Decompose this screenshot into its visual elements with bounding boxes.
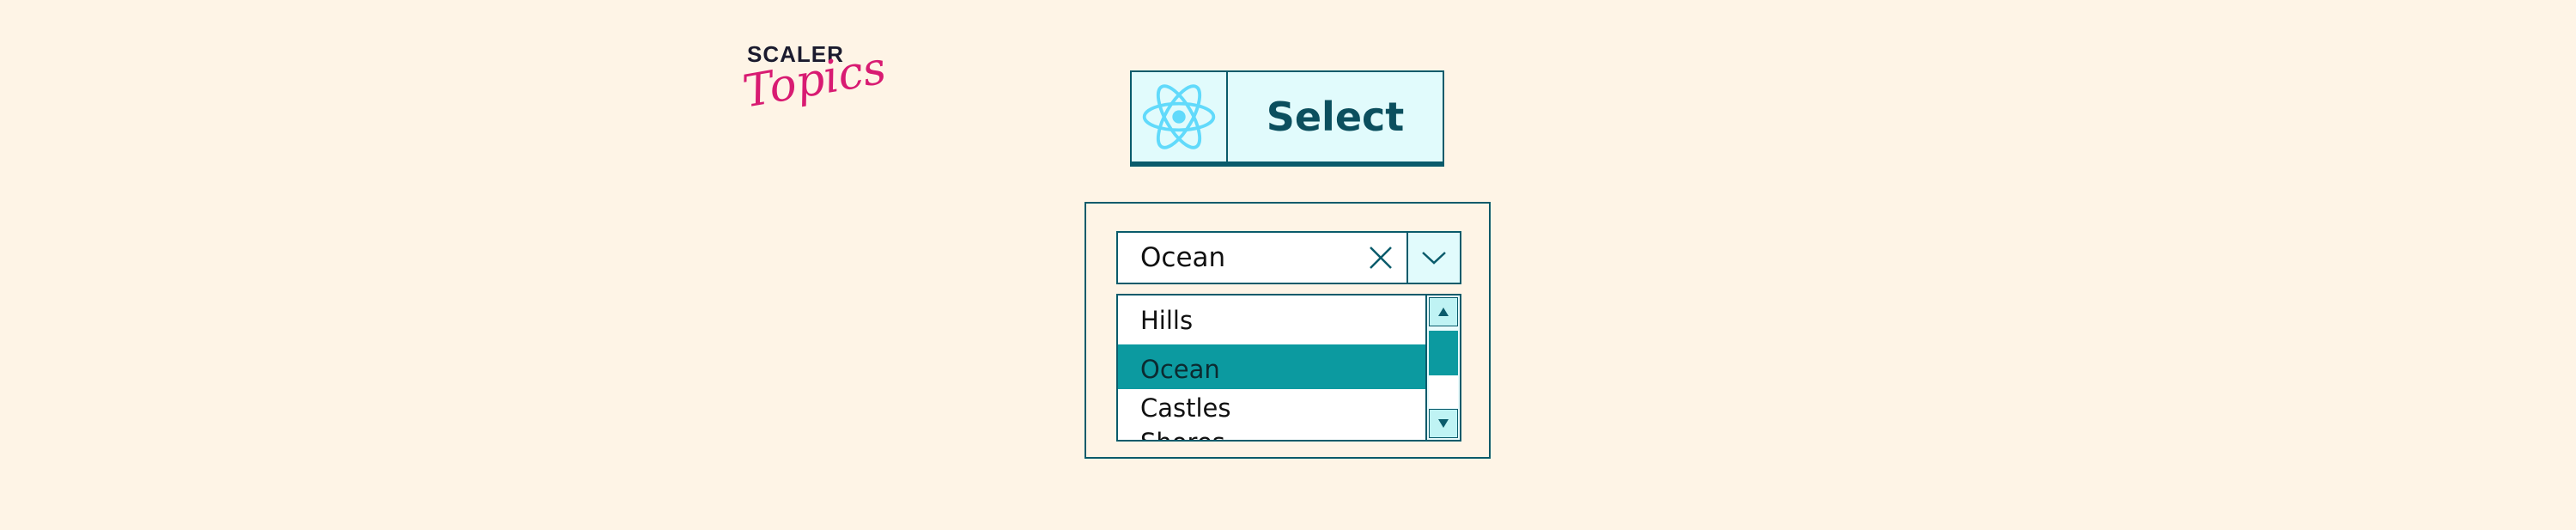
triangle-up-icon (1438, 308, 1449, 316)
select-value[interactable]: Ocean (1118, 233, 1355, 283)
option-label: Hills (1140, 306, 1194, 335)
select-control[interactable]: Ocean (1116, 231, 1461, 284)
scroll-down-button[interactable] (1429, 409, 1458, 438)
close-icon (1370, 247, 1392, 269)
chevron-down-icon (1422, 252, 1446, 265)
listbox-scrollbar[interactable] (1425, 295, 1460, 440)
scaler-topics-logo: SCALER Topics (739, 38, 890, 132)
react-atom-icon (1142, 84, 1216, 149)
triangle-down-icon (1438, 419, 1449, 428)
scroll-track[interactable] (1429, 375, 1458, 408)
scroll-thumb[interactable] (1429, 331, 1458, 375)
dropdown-toggle-button[interactable] (1406, 233, 1460, 283)
list-item[interactable]: Castles (1118, 390, 1425, 426)
clear-button[interactable] (1355, 233, 1406, 283)
options-list: Hills Ocean Castles Shores (1118, 295, 1425, 440)
list-item[interactable]: Hills (1118, 301, 1425, 340)
page-title: Select (1266, 94, 1405, 140)
option-label: Shores (1140, 428, 1225, 440)
title-badge: Select (1130, 70, 1444, 167)
option-label: Ocean (1140, 355, 1220, 384)
list-item-selected[interactable]: Ocean (1118, 344, 1425, 389)
list-item[interactable]: Shores (1118, 424, 1425, 440)
badge-icon-cell (1132, 72, 1228, 161)
scroll-up-button[interactable] (1429, 297, 1458, 326)
option-label: Castles (1140, 393, 1231, 423)
select-demo-panel: Ocean Hills Ocean Castles Shores (1084, 202, 1491, 459)
options-listbox[interactable]: Hills Ocean Castles Shores (1116, 294, 1461, 442)
